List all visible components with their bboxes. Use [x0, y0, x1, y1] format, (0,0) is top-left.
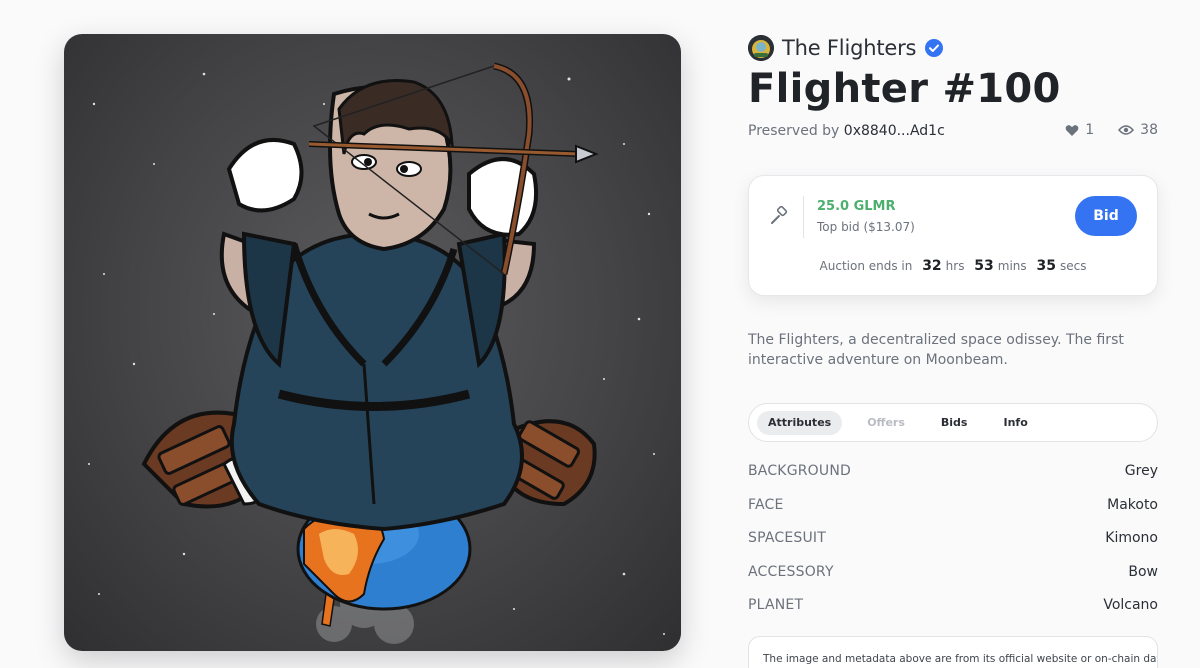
- preserved-label: Preserved by: [748, 123, 840, 139]
- top-bid-amount: 25.0 GLMR: [817, 199, 896, 214]
- eye-icon: [1118, 125, 1135, 135]
- attribute-key: ACCESSORY: [748, 563, 834, 580]
- verified-check-icon: [925, 39, 944, 57]
- attribute-value: Volcano: [1103, 597, 1158, 613]
- countdown-hours: 32: [922, 258, 942, 274]
- item-details-panel: The Flighters Flighter #100 Preserved by…: [748, 0, 1158, 668]
- owner-address-link[interactable]: 0x8840...Ad1c: [844, 123, 945, 139]
- attribute-key: FACE: [748, 496, 784, 513]
- heart-icon[interactable]: [1065, 124, 1079, 137]
- nft-title: Flighter #100: [748, 66, 1061, 112]
- top-bid-usd: Top bid ($13.07): [817, 220, 915, 234]
- nft-artwork[interactable]: [64, 34, 681, 651]
- attribute-key: BACKGROUND: [748, 463, 851, 479]
- countdown-seconds-unit: secs: [1059, 259, 1087, 273]
- attributes-list: BACKGROUND Grey FACE Makoto SPACESUIT Ki…: [748, 463, 1158, 631]
- countdown-hours-unit: hrs: [945, 259, 965, 273]
- attribute-row-spacesuit: SPACESUIT Kimono: [748, 530, 1158, 564]
- gavel-icon: [771, 206, 788, 224]
- auction-card: 25.0 GLMR Top bid ($13.07) Bid Auction e…: [748, 175, 1158, 296]
- attribute-row-face: FACE Makoto: [748, 497, 1158, 531]
- attribute-row-accessory: ACCESSORY Bow: [748, 564, 1158, 598]
- owner-line: Preserved by 0x8840...Ad1c: [748, 123, 945, 139]
- collection-link[interactable]: The Flighters: [748, 35, 944, 61]
- attribute-value: Bow: [1128, 563, 1158, 580]
- details-tabs: Attributes Offers Bids Info: [748, 403, 1158, 442]
- tab-bids[interactable]: Bids: [930, 411, 979, 435]
- divider: [803, 196, 804, 238]
- views-count: 38: [1140, 122, 1158, 138]
- engagement-stats: 1 38: [1065, 122, 1158, 138]
- bid-button[interactable]: Bid: [1075, 196, 1137, 236]
- countdown-seconds: 35: [1036, 258, 1056, 274]
- attribute-value: Makoto: [1107, 496, 1158, 513]
- countdown-label: Auction ends in: [819, 259, 913, 273]
- attribute-key: PLANET: [748, 597, 804, 613]
- attribute-value: Grey: [1124, 463, 1158, 479]
- collection-logo: [748, 35, 774, 61]
- collection-name[interactable]: The Flighters: [782, 36, 916, 60]
- nft-description: The Flighters, a decentralized space odi…: [748, 332, 1124, 368]
- attribute-row-background: BACKGROUND Grey: [748, 463, 1158, 497]
- attribute-key: SPACESUIT: [748, 530, 827, 546]
- countdown-minutes-unit: mins: [997, 259, 1027, 273]
- tab-info[interactable]: Info: [992, 411, 1038, 435]
- metadata-disclaimer: The image and metadata above are from it…: [748, 636, 1158, 668]
- attribute-value: Kimono: [1105, 530, 1158, 546]
- tab-attributes[interactable]: Attributes: [757, 410, 843, 435]
- tab-offers[interactable]: Offers: [856, 411, 916, 435]
- attribute-row-planet: PLANET Volcano: [748, 597, 1158, 631]
- countdown-minutes: 53: [974, 258, 994, 274]
- likes-count: 1: [1085, 122, 1095, 138]
- auction-countdown: Auction ends in 32 hrs 53 mins 35 secs: [749, 258, 1157, 274]
